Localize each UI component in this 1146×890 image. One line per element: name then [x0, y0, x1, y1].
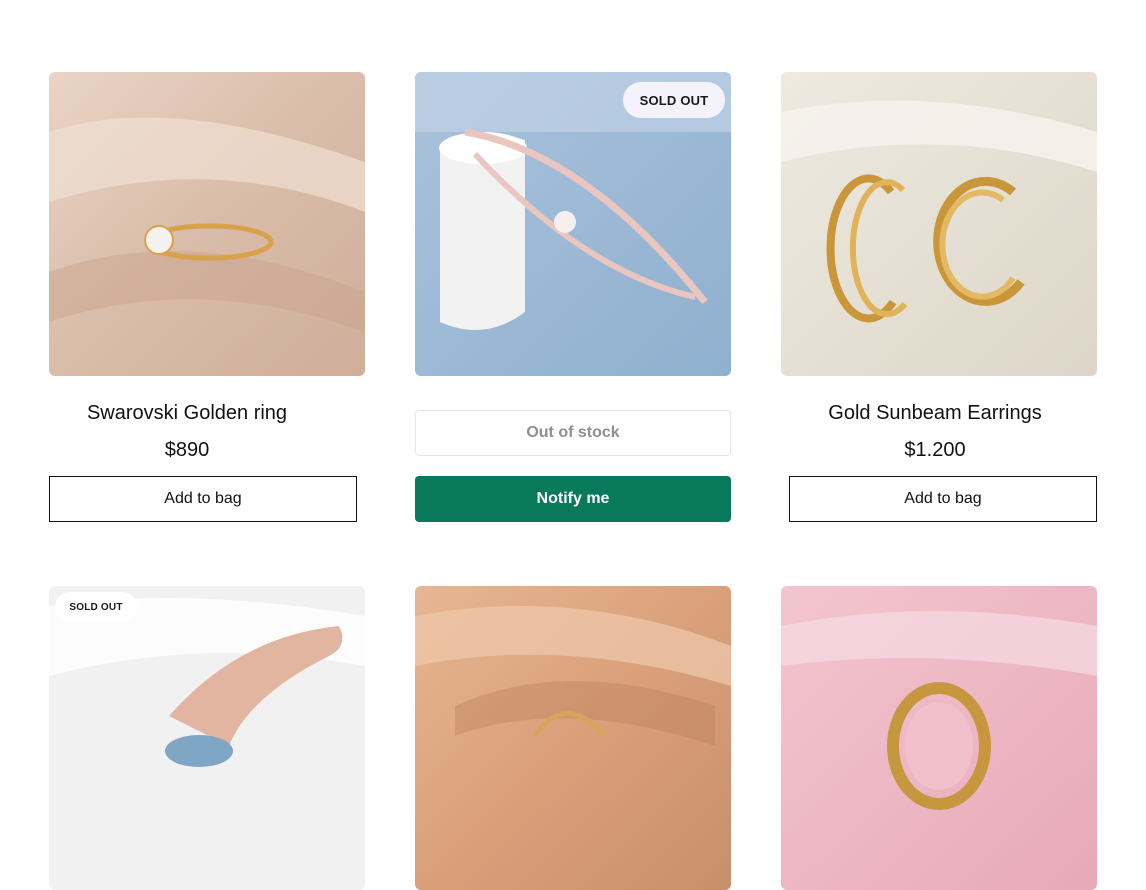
product-price: $890: [164, 439, 210, 461]
product-image[interactable]: [781, 586, 1097, 890]
product-title[interactable]: Gold Sunbeam Earrings: [777, 402, 1093, 425]
out-of-stock-button: Out of stock: [415, 410, 731, 456]
notify-me-button[interactable]: Notify me: [415, 476, 731, 522]
sold-out-badge: SOLD OUT: [623, 82, 725, 118]
product-image[interactable]: [49, 72, 365, 376]
product-price: $1.200: [904, 439, 966, 461]
product-title[interactable]: Swarovski Golden ring: [29, 402, 345, 425]
product-image[interactable]: [415, 586, 731, 890]
add-to-bag-button[interactable]: Add to bag: [789, 476, 1097, 522]
add-to-bag-button[interactable]: Add to bag: [49, 476, 357, 522]
sold-out-badge: SOLD OUT: [55, 592, 137, 622]
product-image[interactable]: [49, 586, 365, 890]
product-image[interactable]: [781, 72, 1097, 376]
